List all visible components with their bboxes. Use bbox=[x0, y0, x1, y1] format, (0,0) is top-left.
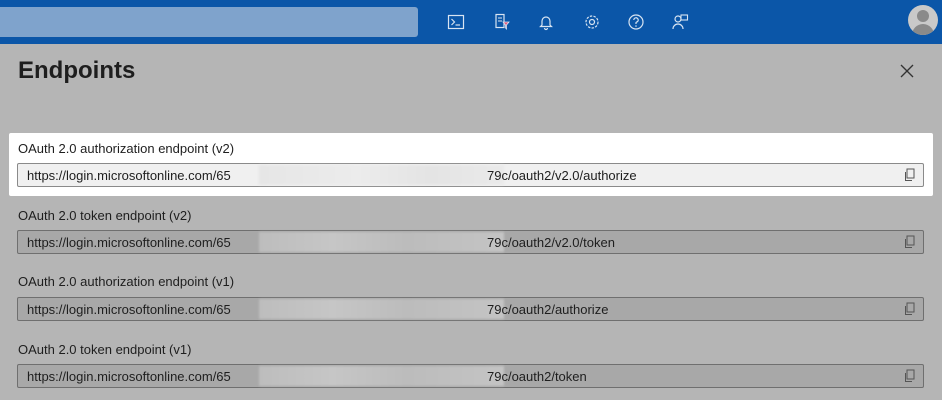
endpoint-url-prefix: https://login.microsoftonline.com/65 bbox=[27, 235, 231, 250]
endpoint-url-prefix: https://login.microsoftonline.com/65 bbox=[27, 168, 231, 183]
cloud-shell-icon[interactable] bbox=[446, 12, 466, 32]
help-icon[interactable] bbox=[626, 12, 646, 32]
endpoint-url-field[interactable]: https://login.microsoftonline.com/65 79c… bbox=[17, 297, 924, 321]
endpoint-url-field[interactable]: https://login.microsoftonline.com/65 79c… bbox=[17, 163, 924, 187]
endpoint-label: OAuth 2.0 authorization endpoint (v2) bbox=[18, 141, 235, 156]
redacted-tenant-id bbox=[259, 366, 504, 386]
redacted-tenant-id bbox=[259, 165, 504, 185]
endpoint-group: OAuth 2.0 token endpoint (v2) https://lo… bbox=[0, 201, 942, 261]
endpoint-group: OAuth 2.0 authorization endpoint (v1) ht… bbox=[0, 267, 942, 327]
endpoint-label: OAuth 2.0 token endpoint (v1) bbox=[18, 342, 192, 357]
feedback-icon[interactable] bbox=[670, 12, 690, 32]
panel-title: Endpoints bbox=[18, 57, 136, 84]
endpoint-group: OAuth 2.0 authorization endpoint (v2) ht… bbox=[9, 133, 933, 196]
endpoint-url-suffix: 79c/oauth2/v2.0/token bbox=[487, 235, 615, 250]
copy-icon[interactable] bbox=[903, 235, 917, 249]
endpoint-label: OAuth 2.0 authorization endpoint (v1) bbox=[18, 274, 235, 289]
endpoint-url-field[interactable]: https://login.microsoftonline.com/65 79c… bbox=[17, 230, 924, 254]
copy-icon[interactable] bbox=[903, 369, 917, 383]
directory-filter-icon[interactable] bbox=[492, 12, 512, 32]
redacted-tenant-id bbox=[259, 299, 504, 319]
close-icon[interactable] bbox=[896, 60, 918, 82]
notifications-icon[interactable] bbox=[536, 12, 556, 32]
endpoint-url-field[interactable]: https://login.microsoftonline.com/65 79c… bbox=[17, 364, 924, 388]
endpoint-url-suffix: 79c/oauth2/token bbox=[487, 369, 587, 384]
portal-top-bar bbox=[0, 0, 942, 44]
endpoint-url-prefix: https://login.microsoftonline.com/65 bbox=[27, 369, 231, 384]
endpoint-url-suffix: 79c/oauth2/v2.0/authorize bbox=[487, 168, 637, 183]
endpoint-label: OAuth 2.0 token endpoint (v2) bbox=[18, 208, 192, 223]
user-avatar[interactable] bbox=[908, 5, 938, 35]
copy-icon[interactable] bbox=[903, 168, 917, 182]
settings-icon[interactable] bbox=[582, 12, 602, 32]
global-search-input[interactable] bbox=[0, 7, 418, 37]
endpoint-url-prefix: https://login.microsoftonline.com/65 bbox=[27, 302, 231, 317]
redacted-tenant-id bbox=[259, 232, 504, 252]
endpoint-url-suffix: 79c/oauth2/authorize bbox=[487, 302, 609, 317]
endpoint-group: OAuth 2.0 token endpoint (v1) https://lo… bbox=[0, 334, 942, 394]
copy-icon[interactable] bbox=[903, 302, 917, 316]
